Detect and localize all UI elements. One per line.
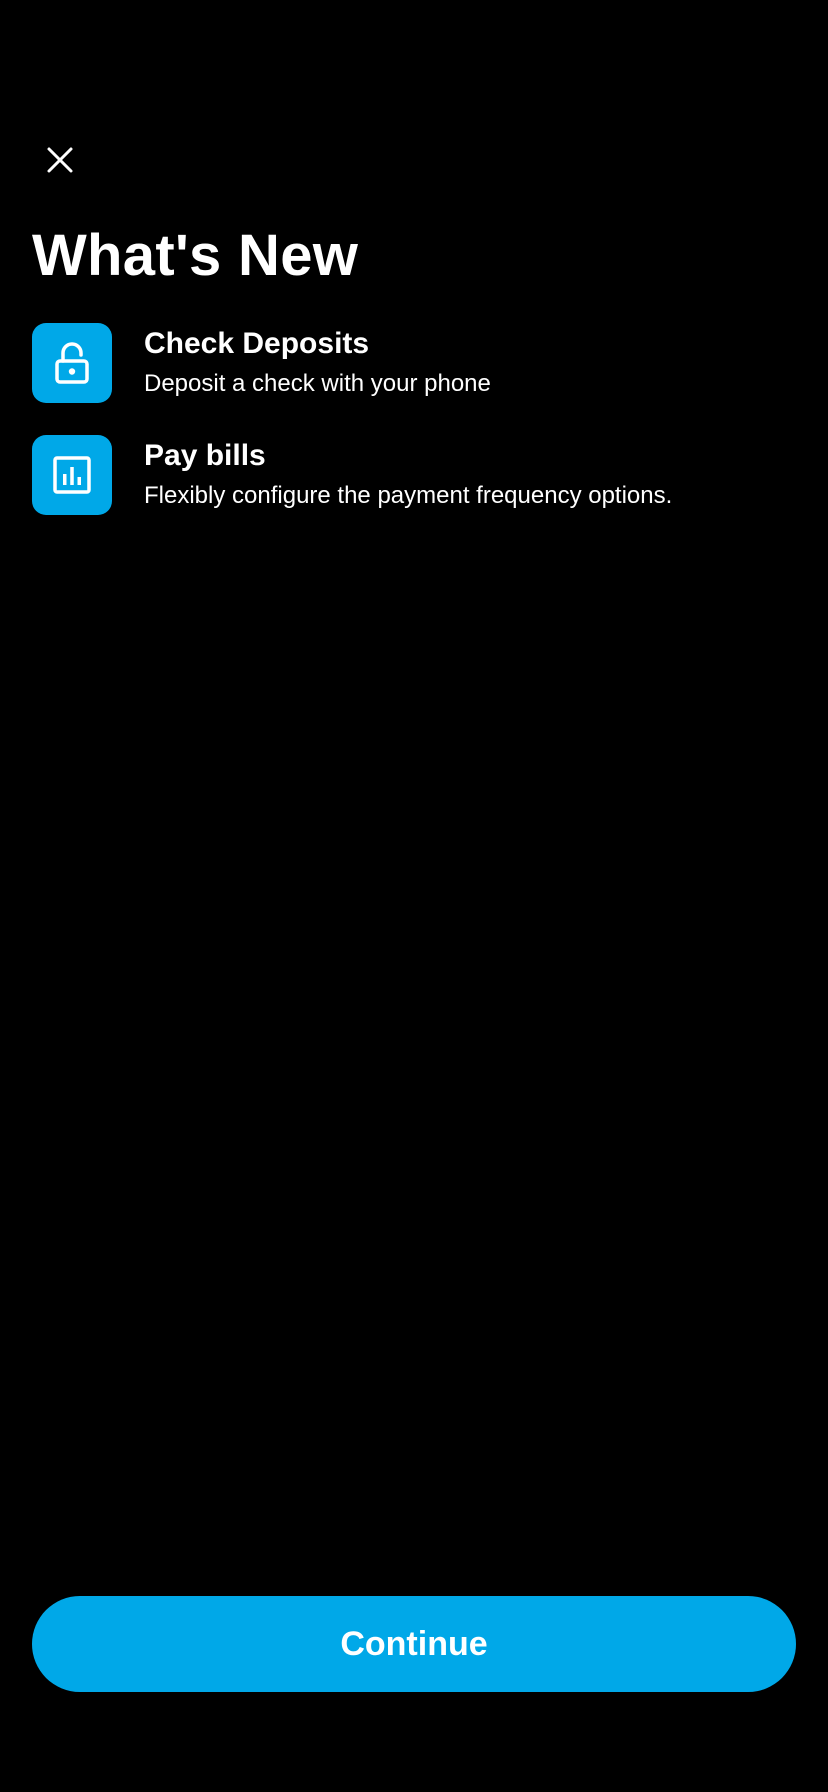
feature-title: Check Deposits	[144, 327, 370, 360]
feature-text: Check Deposits Deposit a check with your…	[144, 326, 491, 400]
close-button[interactable]	[40, 140, 80, 180]
feature-icon-tile	[32, 323, 112, 403]
feature-description: Deposit a check with your phone	[144, 370, 491, 397]
feature-text: Pay bills Flexibly configure the payment…	[144, 438, 672, 512]
feature-title: Pay bills	[144, 439, 266, 472]
feature-item-check-deposits: Check Deposits Deposit a check with your…	[32, 323, 796, 403]
bar-chart-icon	[53, 456, 91, 494]
unlock-icon	[55, 342, 89, 384]
feature-description: Flexibly configure the payment frequency…	[144, 482, 673, 509]
feature-list: Check Deposits Deposit a check with your…	[32, 323, 796, 547]
feature-icon-tile	[32, 435, 112, 515]
continue-button[interactable]: Continue	[32, 1596, 796, 1692]
feature-item-pay-bills: Pay bills Flexibly configure the payment…	[32, 435, 796, 515]
close-icon	[47, 147, 73, 173]
page-title: What's New	[32, 223, 359, 288]
